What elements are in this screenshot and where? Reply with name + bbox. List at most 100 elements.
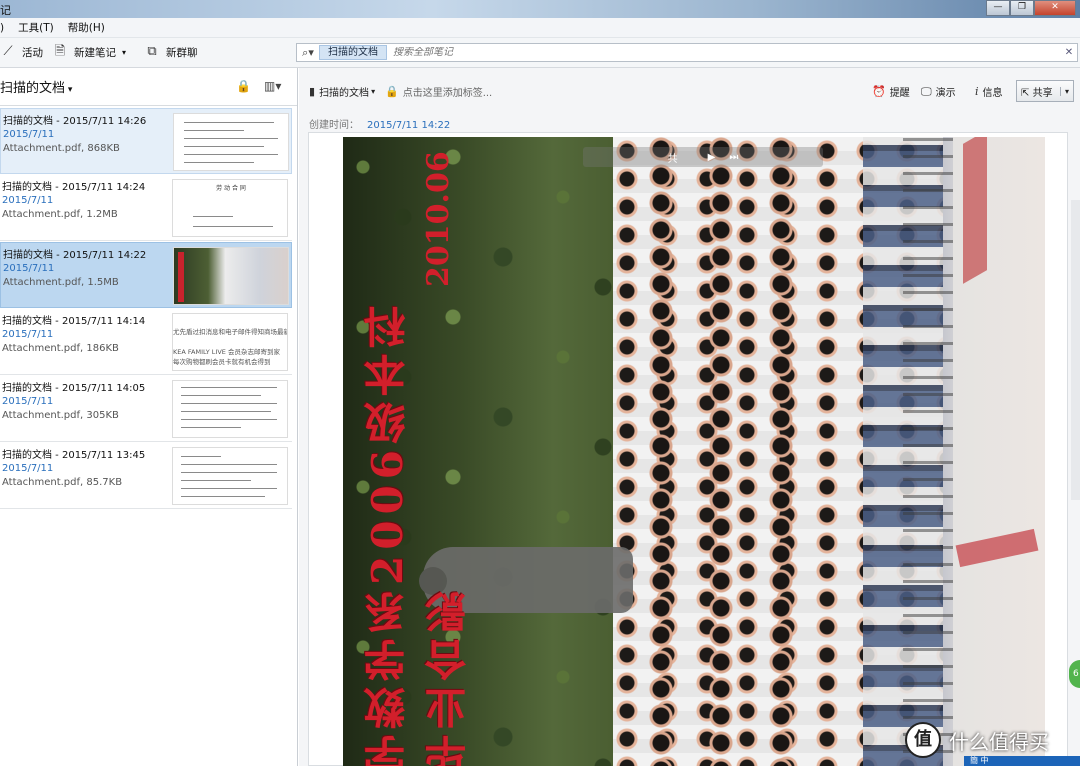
present-label: 演示 (935, 88, 956, 99)
maximize-button[interactable]: ❐ (1010, 0, 1034, 16)
created-value: 2015/7/11 14:22 (367, 120, 451, 131)
site-watermark: 值 什么值得买 (905, 722, 1049, 758)
share-label: ⇱ 共享 (1021, 87, 1053, 99)
note-item[interactable]: 扫描的文档 - 2015/7/11 14:05 2015/7/11 Attach… (0, 376, 292, 442)
note-item[interactable]: 扫描的文档 - 2015/7/11 13:45 2015/7/11 Attach… (0, 443, 292, 509)
clear-search-icon[interactable]: ✕ (1061, 47, 1077, 58)
note-title: 扫描的文档 - 2015/7/11 14:05 (2, 383, 146, 394)
view-toggle-icon[interactable]: ▥▾ (264, 79, 281, 93)
menu-item-partial[interactable]: ) (0, 22, 4, 34)
search-icon[interactable]: ⌕▾ (297, 46, 319, 60)
note-item[interactable]: 扫描的文档 - 2015/7/11 14:26 2015/7/11 Attach… (0, 108, 292, 174)
share-icon: ⇱ (1021, 87, 1030, 99)
play-icon[interactable]: ▶ (708, 152, 716, 163)
scrollbar[interactable] (1071, 200, 1080, 500)
activity-button[interactable]: ⟋ 活动 (0, 44, 43, 60)
alarm-icon: ⏰ (872, 85, 886, 98)
window-title: 记 (0, 4, 11, 17)
note-thumbnail: 劳 动 合 同 (172, 179, 288, 237)
note-attachment: Attachment.pdf, 1.5MB (3, 277, 119, 288)
menu-item-help[interactable]: 帮助(H) (68, 20, 105, 35)
note-thumbnail (172, 380, 288, 438)
photo-ground (953, 137, 1045, 766)
thumb-heading: 劳 动 合 同 (216, 185, 246, 192)
title-bar: 记 — ❐ ✕ (0, 0, 1080, 18)
notebook-selector[interactable]: 扫描的文档 ▾ (0, 77, 72, 96)
photo-date-caption: 2010.06 (421, 151, 456, 287)
tag-lock-icon: 🔒 (385, 85, 399, 98)
note-attachment: Attachment.pdf, 868KB (3, 143, 120, 154)
lock-icon[interactable]: 🔒 (236, 79, 251, 93)
window-controls: — ❐ ✕ (986, 0, 1076, 16)
search-scope-chip[interactable]: 扫描的文档 (319, 45, 387, 60)
minimize-button[interactable]: — (986, 0, 1010, 16)
photo-caption: 学数学系2006级本科毕业合影 (363, 300, 473, 766)
photo-crowd-row (703, 137, 743, 766)
note-list-header: 扫描的文档 ▾ 🔒 ▥▾ (0, 68, 297, 106)
watermark-text: 什么值得买 (949, 729, 1049, 754)
close-button[interactable]: ✕ (1034, 0, 1076, 16)
created-time: 创建时间： 2015/7/11 14:22 (309, 116, 450, 131)
new-note-button[interactable]: 🗎 新建笔记 ▾ (52, 44, 126, 60)
note-date: 2015/7/11 (2, 463, 54, 474)
note-header: ▮ 扫描的文档 ▾ 🔒 点击这里添加标签... ⏰ 提醒 🖵 演示 i 信息 ⇱… (299, 68, 1080, 112)
toolbar: ⟋ 活动 🗎 新建笔记 ▾ ⧉ 新群聊 ⌕▾ 扫描的文档 ✕ (0, 38, 1080, 68)
tag-field[interactable]: 🔒 点击这里添加标签... (385, 84, 492, 99)
new-note-label: 新建笔记 (74, 46, 116, 59)
note-date: 2015/7/11 (2, 396, 54, 407)
search-input[interactable] (387, 47, 1061, 58)
thumb-text-line: 每次购物都刷会员卡就有机会得到 (173, 358, 271, 366)
note-title: 扫描的文档 - 2015/7/11 14:24 (2, 182, 146, 193)
graduation-photo: 学数学系2006级本科毕业合影 2010.06 共 ▶ ⏭ (343, 137, 1045, 766)
note-item[interactable]: 扫描的文档 - 2015/7/11 14:14 2015/7/11 Attach… (0, 309, 292, 375)
chevron-down-icon[interactable]: ▾ (122, 48, 126, 57)
chevron-down-icon: ▾ (371, 87, 376, 96)
new-chat-label: 新群聊 (166, 46, 198, 59)
watermark-logo: 值 (905, 722, 941, 758)
note-title: 扫描的文档 - 2015/7/11 14:26 (3, 116, 147, 127)
floating-badge[interactable]: 6 (1069, 660, 1080, 688)
note-attachment: Attachment.pdf, 305KB (2, 410, 119, 421)
info-label: 信息 (982, 88, 1003, 99)
note-attachment: Attachment.pdf, 85.7KB (2, 477, 123, 488)
activity-icon: ⟋ (3, 44, 13, 59)
share-dropdown-icon[interactable]: ▾ (1060, 86, 1073, 96)
note-title: 扫描的文档 - 2015/7/11 13:45 (2, 450, 146, 461)
thumb-text-line: 尤先盾过扣消息和电子邮件得知商场最新 (173, 328, 288, 336)
note-item-selected[interactable]: 扫描的文档 - 2015/7/11 14:22 2015/7/11 Attach… (0, 242, 292, 308)
note-editor-panel: ▮ 扫描的文档 ▾ 🔒 点击这里添加标签... ⏰ 提醒 🖵 演示 i 信息 ⇱… (299, 68, 1080, 766)
ime-tray[interactable]: 簡 中 (964, 756, 1080, 766)
info-icon: i (975, 85, 979, 98)
tag-placeholder: 点击这里添加标签... (402, 88, 493, 99)
monitor-icon: 🖵 (921, 84, 932, 98)
present-button[interactable]: 🖵 演示 (921, 84, 956, 100)
new-chat-button[interactable]: ⧉ 新群聊 (144, 44, 198, 60)
created-label: 创建时间： (309, 120, 359, 131)
note-date: 2015/7/11 (2, 195, 54, 206)
pdf-overlay-controls[interactable]: 共 ▶ ⏭ (583, 147, 823, 167)
photo-crowd-row (643, 137, 683, 766)
note-date: 2015/7/11 (3, 263, 55, 274)
note-date: 2015/7/11 (3, 129, 55, 140)
thumb-text-line: KEA FAMILY LIVE 会员杂志邮寄到家 (173, 348, 280, 356)
search-box[interactable]: ⌕▾ 扫描的文档 ✕ (296, 43, 1078, 62)
note-thumbnail-photo (173, 247, 289, 305)
reminder-button[interactable]: ⏰ 提醒 (872, 84, 910, 99)
note-attachment: Attachment.pdf, 186KB (2, 343, 119, 354)
note-title: 扫描的文档 - 2015/7/11 14:22 (3, 250, 147, 261)
pdf-attachment-view[interactable]: 学数学系2006级本科毕业合影 2010.06 共 ▶ ⏭ (308, 132, 1068, 766)
note-list-panel: 扫描的文档 ▾ 🔒 ▥▾ 扫描的文档 - 2015/7/11 14:26 201… (0, 68, 298, 766)
skip-icon[interactable]: ⏭ (729, 152, 738, 163)
note-thumbnail: 尤先盾过扣消息和电子邮件得知商场最新 KEA FAMILY LIVE 会员杂志邮… (172, 313, 288, 371)
notebook-picker[interactable]: ▮ 扫描的文档 ▾ (309, 84, 375, 99)
info-button[interactable]: i 信息 (975, 84, 1003, 99)
menu-item-tools[interactable]: 工具(T) (18, 20, 54, 35)
photo-crowd-row (763, 137, 803, 766)
menu-bar: ) 工具(T) 帮助(H) (0, 18, 1080, 38)
reminder-label: 提醒 (889, 88, 910, 99)
note-item[interactable]: 扫描的文档 - 2015/7/11 14:24 2015/7/11 Attach… (0, 175, 292, 241)
note-title: 扫描的文档 - 2015/7/11 14:14 (2, 316, 146, 327)
note-attachment: Attachment.pdf, 1.2MB (2, 209, 118, 220)
share-button[interactable]: ⇱ 共享 ▾ (1016, 80, 1074, 102)
chat-icon: ⧉ (147, 44, 157, 59)
